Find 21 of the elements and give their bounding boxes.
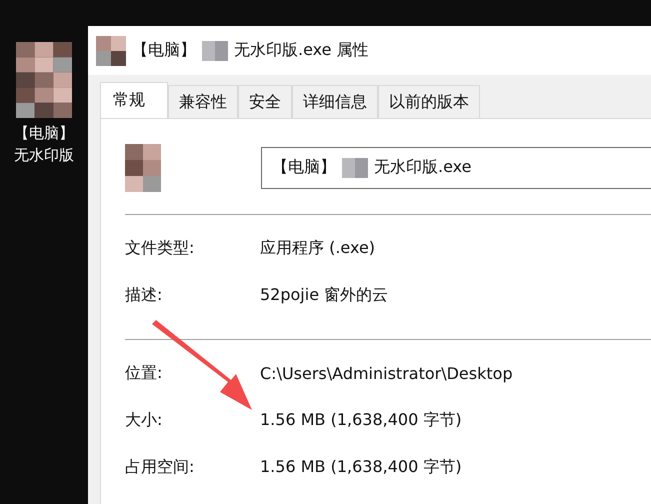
property-value: 1.56 MB (1,638,400 字节) (260, 457, 462, 478)
property-value: C:\Users\Administrator\Desktop (260, 364, 513, 383)
property-label: 大小: (125, 410, 164, 431)
desktop-icon-label[interactable]: 【电脑】 无水印版 (14, 122, 74, 166)
property-label: 占用空间: (125, 457, 196, 478)
property-value: 52pojie 窗外的云 (260, 285, 388, 306)
property-label: 位置: (125, 363, 164, 384)
property-label: 文件类型: (125, 238, 196, 259)
property-value: 应用程序 (.exe) (260, 238, 376, 259)
window-title: 【电脑】 (132, 40, 196, 61)
redacted-text (342, 158, 368, 178)
tab[interactable]: 兼容性 (168, 85, 238, 118)
window-title: 无水印版.exe 属性 (234, 40, 369, 61)
property-value: 1.56 MB (1,638,400 字节) (260, 410, 462, 431)
property-label: 描述: (125, 285, 164, 306)
redacted-text (202, 40, 228, 60)
tab[interactable]: 以前的版本 (378, 85, 480, 118)
tab[interactable]: 常规 (100, 82, 168, 118)
tab[interactable]: 详细信息 (292, 85, 378, 118)
tab[interactable]: 安全 (238, 85, 292, 118)
file-name-field[interactable]: 【电脑】 无水印版.exe (261, 146, 651, 188)
